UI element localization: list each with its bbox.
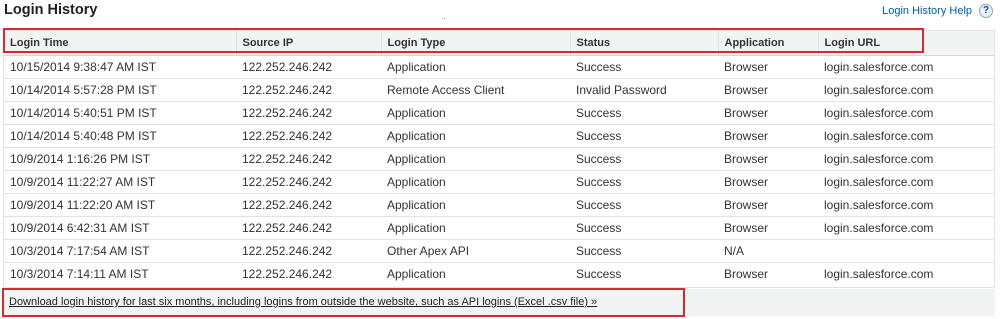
help-icon[interactable]: ? (979, 4, 993, 18)
cell-application: Browser (718, 78, 818, 102)
cell-source-ip: 122.252.246.242 (236, 55, 381, 79)
cell-login-time: 10/9/2014 1:16:26 PM IST (4, 147, 236, 171)
cell-login-url: login.salesforce.com (818, 124, 994, 148)
table-row: 10/9/2014 1:16:26 PM IST 122.252.246.242 A… (4, 147, 994, 171)
cell-source-ip: 122.252.246.242 (236, 170, 381, 194)
table-row: 10/15/2014 9:38:47 AM IST 122.252.246.242… (4, 55, 994, 79)
cell-application: Browser (718, 101, 818, 125)
cell-login-type: Other Apex API (381, 239, 570, 263)
cell-login-url (818, 239, 994, 263)
cell-source-ip: 122.252.246.242 (236, 193, 381, 217)
cell-login-type: Application (381, 124, 570, 148)
page-title: Login History (4, 2, 98, 18)
column-header-status[interactable]: Status (569, 31, 718, 56)
cell-application: Browser (718, 124, 818, 148)
cell-source-ip: 122.252.246.242 (236, 78, 381, 102)
cell-login-time: 10/14/2014 5:57:28 PM IST (4, 78, 236, 102)
cell-login-url: login.salesforce.com (824, 267, 934, 281)
cell-login-url: login.salesforce.com (818, 78, 994, 102)
cell-login-time: 10/14/2014 5:40:51 PM IST (4, 101, 236, 125)
cell-login-time: 10/15/2014 9:38:47 AM IST (4, 55, 236, 79)
cell-login-type: Remote Access Client (381, 78, 570, 102)
cell-login-url: login.salesforce.com (818, 147, 994, 171)
cell-login-time: 10/3/2014 7:17:54 AM IST (4, 239, 236, 263)
table-row: 10/14/2014 5:40:48 PM IST 122.252.246.242… (4, 124, 994, 148)
cell-login-type: Application (381, 55, 570, 79)
cell-login-time: 10/3/2014 7:14:11 AM IST (10, 267, 149, 281)
cell-source-ip: 122.252.246.242 (242, 267, 333, 281)
cell-status: Success (570, 147, 718, 171)
cell-status: Success (570, 101, 718, 125)
table-row: 10/14/2014 5:57:28 PM IST 122.252.246.242… (4, 78, 994, 102)
cell-login-url: login.salesforce.com (818, 101, 994, 125)
cell-login-time: 10/14/2014 5:40:48 PM IST (4, 124, 236, 148)
cell-source-ip: 122.252.246.242 (236, 239, 381, 263)
column-header-login-time[interactable]: Login Time (4, 31, 236, 56)
cell-application: Browser (724, 267, 769, 281)
cell-login-type: Application (381, 170, 570, 194)
cell-status: Success (570, 55, 718, 79)
cell-status: Success (570, 216, 718, 240)
help-area: Login History Help ? (882, 4, 993, 18)
cell-login-type: Application (381, 193, 570, 217)
cell-status: Success (570, 193, 718, 217)
download-login-history-link[interactable]: Download login history for last six mont… (9, 296, 597, 308)
cell-login-type: Application (387, 267, 446, 281)
cell-status: Success (576, 267, 622, 281)
download-bar: Download login history for last six mont… (3, 289, 995, 316)
column-header-source-ip[interactable]: Source IP (235, 31, 381, 56)
cell-application: Browser (718, 170, 818, 194)
column-header-application[interactable]: Application (717, 31, 818, 56)
cell-source-ip: 122.252.246.242 (236, 101, 381, 125)
stray-dot (444, 18, 445, 19)
cell-login-time: 10/9/2014 6:42:31 AM IST (4, 216, 236, 240)
table-row: 10/3/2014 7:17:54 AM IST 122.252.246.242 O… (4, 239, 994, 263)
cell-application: Browser (718, 55, 818, 79)
cell-status: Invalid Password (570, 78, 718, 102)
cell-source-ip: 122.252.246.242 (236, 216, 381, 240)
cell-status: Success (570, 239, 718, 263)
table-row: 10/14/2014 5:40:51 PM IST 122.252.246.242… (4, 101, 994, 125)
column-header-login-url[interactable]: Login URL (817, 31, 994, 56)
cell-source-ip: 122.252.246.242 (236, 124, 381, 148)
login-history-table: Login Time Source IP Login Type Status A… (3, 30, 995, 288)
login-history-help-link[interactable]: Login History Help (882, 5, 972, 17)
table-body: 10/15/2014 9:38:47 AM IST 122.252.246.242… (4, 55, 994, 286)
table-row: 10/9/2014 11:22:27 AM IST 122.252.246.242… (4, 170, 994, 194)
cell-application: N/A (718, 239, 818, 263)
cell-login-url: login.salesforce.com (818, 170, 994, 194)
cell-application: Browser (718, 216, 818, 240)
cell-source-ip: 122.252.246.242 (236, 147, 381, 171)
cell-login-type: Application (381, 147, 570, 171)
column-header-login-type[interactable]: Login Type (380, 31, 570, 56)
table-row: 10/9/2014 6:42:31 AM IST 122.252.246.242 A… (4, 216, 994, 240)
cell-login-type: Application (381, 216, 570, 240)
table-header-row: Login Time Source IP Login Type Status A… (4, 31, 994, 56)
table-row: 10/3/2014 7:14:11 AM IST 122.252.246.242 A… (4, 263, 994, 286)
table-row: 10/9/2014 11:22:20 AM IST 122.252.246.242… (4, 193, 994, 217)
cell-login-time: 10/9/2014 11:22:27 AM IST (4, 170, 236, 194)
cell-login-url: login.salesforce.com (818, 55, 994, 79)
cell-application: Browser (718, 147, 818, 171)
cell-login-url: login.salesforce.com (818, 216, 994, 240)
cell-login-type: Application (381, 101, 570, 125)
cell-login-url: login.salesforce.com (818, 193, 994, 217)
cell-application: Browser (718, 193, 818, 217)
cell-status: Success (570, 170, 718, 194)
cell-login-time: 10/9/2014 11:22:20 AM IST (4, 193, 236, 217)
cell-status: Success (570, 124, 718, 148)
